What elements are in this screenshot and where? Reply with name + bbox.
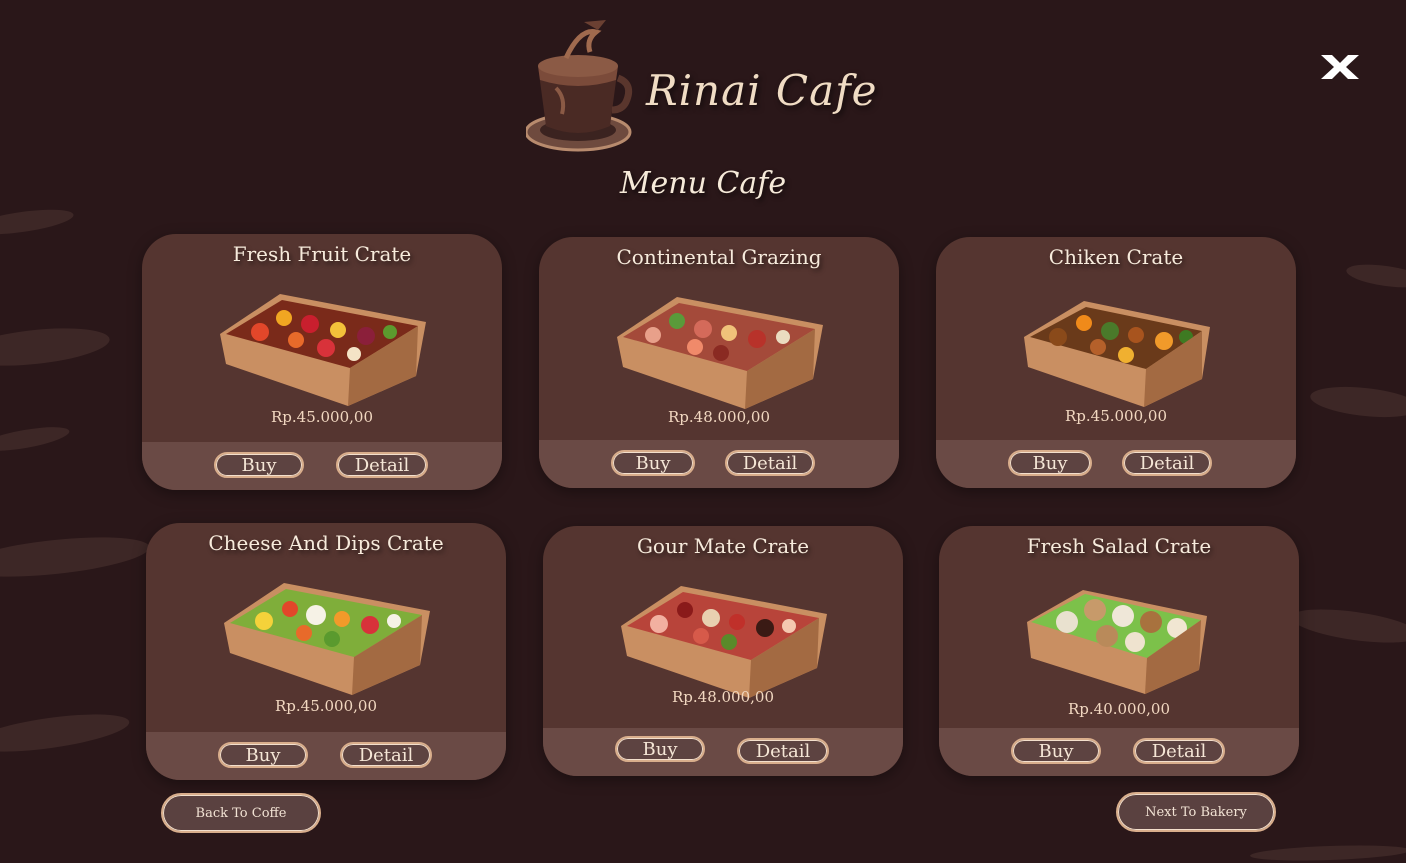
product-card: Continental Grazing Rp.48.000,00 Buy Det…: [539, 237, 899, 488]
detail-button[interactable]: Detail: [725, 450, 815, 476]
product-name: Gour Mate Crate: [636, 534, 810, 558]
background-leaf: [0, 204, 75, 240]
card-footer: Buy Detail: [539, 440, 899, 488]
product-price: Rp.45.000,00: [1064, 407, 1167, 425]
product-name: Fresh Salad Crate: [1026, 534, 1212, 558]
product-price: Rp.40.000,00: [1067, 700, 1170, 718]
card-footer: Buy Detail: [939, 728, 1299, 776]
card-footer: Buy Detail: [936, 440, 1296, 488]
product-price: Rp.48.000,00: [671, 688, 774, 706]
product-price: Rp.45.000,00: [270, 408, 373, 426]
product-card: Fresh Salad Crate Rp.40.000,00 Buy Detai…: [939, 526, 1299, 776]
buy-button[interactable]: Buy: [1011, 738, 1101, 764]
detail-button[interactable]: Detail: [340, 742, 432, 768]
buy-button[interactable]: Buy: [611, 450, 695, 476]
detail-button[interactable]: Detail: [1133, 738, 1225, 764]
detail-button[interactable]: Detail: [336, 452, 428, 478]
background-leaf: [1249, 843, 1406, 863]
product-name: Cheese And Dips Crate: [208, 531, 444, 555]
cheese-dips-crate-image: [224, 583, 430, 695]
product-name: Chiken Crate: [1048, 245, 1184, 269]
gourmet-crate-image: [621, 586, 827, 698]
close-x-icon[interactable]: [1318, 52, 1362, 82]
background-leaf: [1308, 382, 1406, 422]
buy-button[interactable]: Buy: [218, 742, 308, 768]
product-card: Cheese And Dips Crate Rp.45.000,00 Buy D…: [146, 523, 506, 780]
detail-button[interactable]: Detail: [737, 738, 829, 764]
background-leaf: [0, 422, 71, 456]
page-title: Menu Cafe: [619, 166, 787, 201]
fruit-crate-image: [220, 294, 426, 406]
buy-button[interactable]: Buy: [615, 736, 705, 762]
back-to-coffee-button[interactable]: Back To Coffe: [161, 793, 321, 833]
chicken-crate-image: [1014, 297, 1220, 409]
background-leaf: [0, 707, 132, 759]
product-name: Fresh Fruit Crate: [232, 242, 412, 266]
background-leaf: [0, 530, 152, 584]
buy-button[interactable]: Buy: [214, 452, 304, 478]
card-footer: Buy Detail: [146, 732, 506, 780]
product-card: Fresh Fruit Crate Rp.45.000,00 Buy Detai…: [142, 234, 502, 490]
product-price: Rp.48.000,00: [667, 408, 770, 426]
card-footer: Buy Detail: [543, 728, 903, 776]
product-price: Rp.45.000,00: [274, 697, 377, 715]
product-name: Continental Grazing: [616, 245, 822, 269]
background-leaf: [1288, 603, 1406, 649]
salad-crate-image: [1017, 586, 1223, 698]
product-card: Chiken Crate Rp.45.000,00 Buy Detail: [936, 237, 1296, 488]
brand-name: Rinai Cafe: [646, 66, 878, 115]
background-leaf: [0, 322, 112, 372]
grazing-crate-image: [617, 297, 823, 409]
buy-button[interactable]: Buy: [1008, 450, 1092, 476]
card-footer: Buy Detail: [142, 442, 502, 490]
product-card: Gour Mate Crate Rp.48.000,00 Buy Detail: [543, 526, 903, 776]
coffee-cup-logo-icon: [524, 18, 634, 154]
next-to-bakery-button[interactable]: Next To Bakery: [1116, 792, 1276, 832]
detail-button[interactable]: Detail: [1122, 450, 1212, 476]
background-leaf: [1344, 260, 1406, 292]
